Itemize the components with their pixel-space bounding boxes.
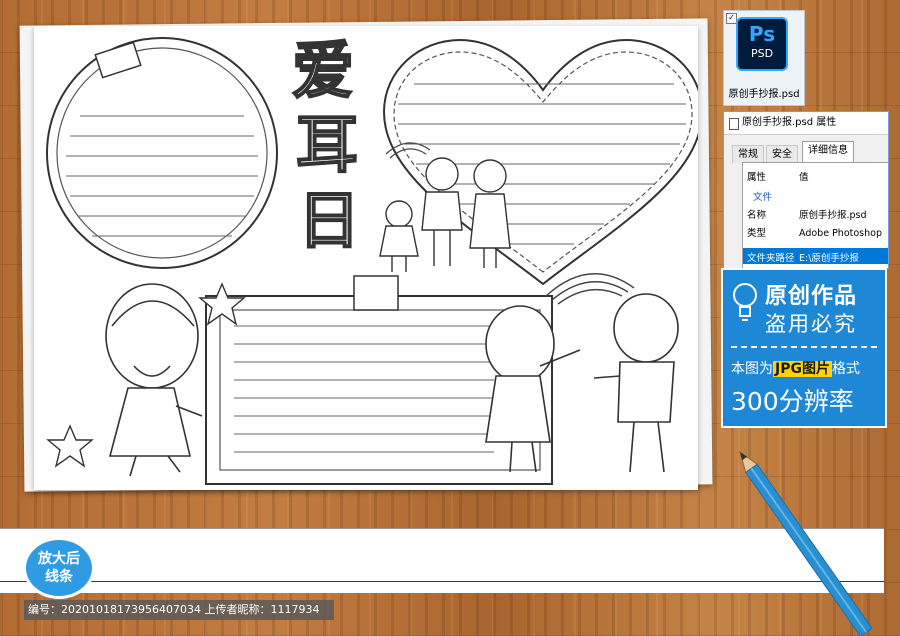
row-key: 类型 bbox=[747, 228, 767, 239]
header-value: 值 bbox=[799, 172, 809, 183]
promo-divider bbox=[731, 346, 877, 348]
enlarge-badge: 放大后 线条 bbox=[26, 540, 92, 596]
row-key: 名称 bbox=[747, 210, 767, 221]
dialog-title: 原创手抄报.psd 属性 bbox=[742, 117, 837, 128]
poster-line-art bbox=[46, 37, 698, 485]
poster-title-char-1: 爱 bbox=[291, 34, 355, 107]
document-icon bbox=[729, 118, 739, 130]
details-row-type[interactable]: 类型 Adobe Photoshop bbox=[747, 225, 882, 239]
details-header-row: 属性 值 bbox=[747, 169, 809, 183]
poster-title-char-3: 日 bbox=[297, 184, 361, 257]
promo-format-highlight: JPG图片 bbox=[773, 361, 832, 377]
psd-icon-label: PSD bbox=[750, 47, 774, 60]
psd-filename: 原创手抄报.psd bbox=[728, 89, 800, 100]
star-bottom bbox=[46, 424, 94, 468]
promo-line-3-suffix: 格式 bbox=[831, 361, 860, 377]
tab-general[interactable]: 常规 bbox=[732, 145, 764, 163]
ps-icon-label: Ps bbox=[748, 22, 776, 46]
enlarge-badge-line1: 放大后 bbox=[38, 551, 80, 567]
promo-line-1: 原创作品 bbox=[765, 284, 858, 309]
tab-details[interactable]: 详细信息 bbox=[802, 141, 854, 163]
dialog-tabs: 常规 安全 详细信息 bbox=[724, 141, 888, 163]
girl-right-figure bbox=[485, 305, 581, 473]
properties-dialog: 原创手抄报.psd 属性 常规 安全 详细信息 属性 值 文件 名称 原创手抄报.p… bbox=[723, 111, 889, 269]
section-file: 文件 bbox=[753, 192, 773, 203]
row-value: 原创手抄报.psd bbox=[799, 210, 867, 221]
lightbulb-icon bbox=[733, 283, 757, 321]
promo-line-3-prefix: 本图为 bbox=[731, 361, 773, 377]
promo-line-4: 300分辨率 bbox=[731, 387, 854, 416]
girl-left-figure bbox=[105, 283, 203, 477]
enlarge-badge-line2: 线条 bbox=[45, 569, 73, 585]
details-panel: 属性 值 文件 名称 原创手抄报.psd 类型 Adobe Photoshop 文件夹… bbox=[742, 162, 888, 268]
enlarged-line bbox=[0, 581, 884, 582]
psd-file-card[interactable]: ✓ Ps PSD 原创手抄报.psd bbox=[723, 10, 805, 106]
copyright-promo-panel: 原创作品 盗用必究 本图为 JPG图片 格式 300分辨率 bbox=[721, 268, 887, 428]
row-value: E:\原创手抄报 bbox=[799, 253, 859, 264]
promo-line-3: 本图为 JPG图片 格式 bbox=[731, 358, 860, 378]
rect-tab bbox=[353, 275, 399, 311]
tab-security[interactable]: 安全 bbox=[766, 145, 798, 163]
header-property: 属性 bbox=[747, 172, 767, 183]
enlarged-line-strip bbox=[0, 528, 884, 593]
dialog-title-bar: 原创手抄报.psd 属性 bbox=[724, 112, 888, 135]
boy-right-figure bbox=[593, 293, 679, 473]
circle-frame-inner bbox=[56, 47, 268, 259]
circle-writing-lines bbox=[66, 115, 258, 237]
rect-writing-lines bbox=[234, 325, 494, 453]
row-value: Adobe Photoshop bbox=[799, 228, 882, 239]
photoshop-icon: Ps PSD bbox=[736, 17, 788, 71]
row-key: 文件夹路径 bbox=[747, 253, 795, 264]
details-row-folder[interactable]: 文件夹路径 E:\原创手抄报 bbox=[747, 250, 859, 264]
details-row-name[interactable]: 名称 原创手抄报.psd bbox=[747, 207, 867, 221]
circle-frame-outer bbox=[46, 37, 278, 269]
rainbow-large bbox=[545, 273, 635, 305]
family-figures bbox=[379, 157, 511, 272]
promo-line-2: 盗用必究 bbox=[765, 312, 857, 336]
tape-piece bbox=[94, 41, 142, 79]
poster-sheet: 爱 耳 日 bbox=[34, 26, 698, 490]
footer-id-bar: 编号：20201018173956407034 上传者昵称：1117934 bbox=[24, 600, 334, 620]
poster-title-char-2: 耳 bbox=[295, 108, 359, 181]
